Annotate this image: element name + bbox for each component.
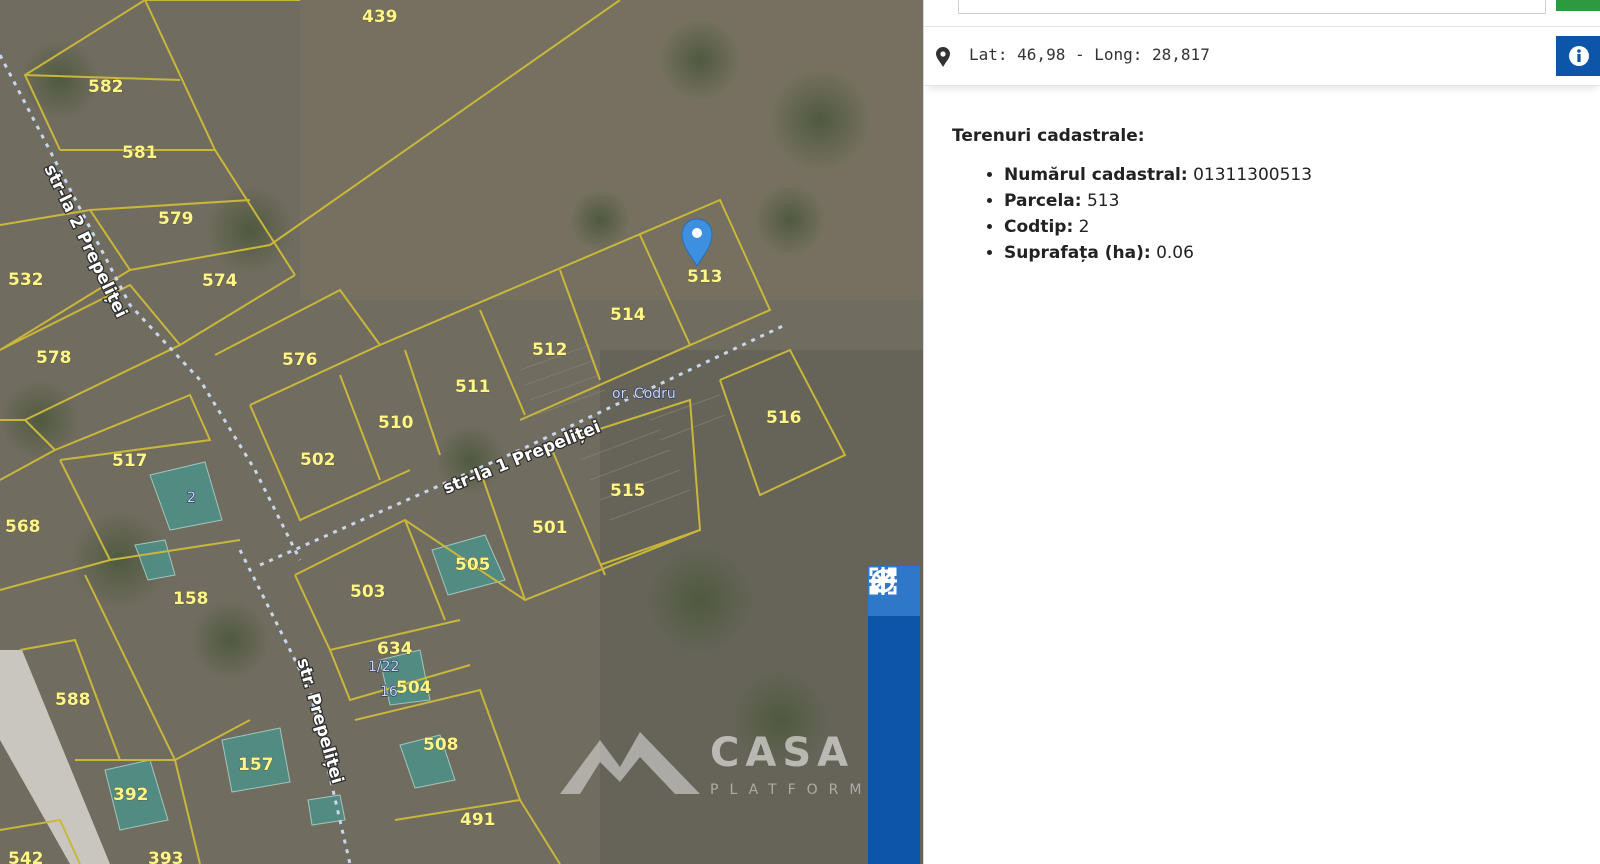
field-label: Suprafața (ha): — [1004, 243, 1151, 263]
zoom-out-button[interactable] — [868, 579, 920, 715]
parcel-label: 517 — [112, 451, 148, 471]
parcel-label: 574 — [202, 271, 238, 291]
coordinates-text: Lat: 46,98 - Long: 28,817 — [969, 45, 1210, 64]
more-icon — [871, 578, 895, 584]
parcel-label: 392 — [113, 785, 149, 805]
parcel-label: 582 — [88, 77, 124, 97]
map-pin-icon — [936, 47, 950, 67]
parcel-label: 511 — [455, 377, 491, 397]
building-label: 1/22 — [368, 659, 399, 675]
parcel-label: 505 — [455, 555, 491, 575]
search-go-button[interactable] — [1556, 0, 1600, 11]
field-codtip: Codtip: 2 — [1004, 214, 1312, 240]
field-value: 0.06 — [1156, 243, 1194, 263]
parcel-label: 503 — [350, 582, 386, 602]
field-label: Parcela: — [1004, 191, 1082, 211]
parcel-label: 502 — [300, 450, 336, 470]
field-parcel: Parcela: 513 — [1004, 188, 1312, 214]
map-controls — [868, 566, 920, 864]
field-label: Numărul cadastral: — [1004, 165, 1188, 185]
fullscreen-button[interactable] — [868, 569, 920, 815]
map-view[interactable]: 439 582 581 579 574 532 578 576 513 514 … — [0, 0, 923, 864]
parcel-label: 581 — [122, 143, 158, 163]
parcel-label: 515 — [610, 481, 646, 501]
parcel-label: 510 — [378, 413, 414, 433]
area-label: or. Codru — [612, 386, 676, 402]
parcel-label: 158 — [173, 589, 209, 609]
parcel-label: 508 — [423, 735, 459, 755]
search-input[interactable] — [958, 0, 1546, 14]
field-cadastral-number: Numărul cadastral: 01311300513 — [1004, 162, 1312, 188]
field-value: 513 — [1086, 191, 1120, 211]
parcel-label: 532 — [8, 270, 44, 290]
fit-extent-button[interactable] — [868, 567, 920, 765]
search-bar — [924, 0, 1600, 27]
map-canvas[interactable]: 439 582 581 579 574 532 578 576 513 514 … — [0, 0, 923, 864]
field-label: Codtip: — [1004, 217, 1074, 237]
cadastral-info: Terenuri cadastrale: Numărul cadastral: … — [952, 126, 1312, 266]
parcel-label: 634 — [377, 639, 413, 659]
cadastral-fields: Numărul cadastral: 01311300513 Parcela: … — [952, 162, 1312, 266]
parcel-label: 542 — [8, 849, 44, 864]
info-panel: Lat: 46,98 - Long: 28,817 Terenuri cadas… — [923, 0, 1600, 864]
info-icon — [1568, 46, 1589, 66]
parcel-label: 512 — [532, 340, 568, 360]
parcel-label: 439 — [362, 7, 398, 27]
parcel-label: 501 — [532, 518, 568, 538]
parcel-label: 514 — [610, 305, 646, 325]
parcel-label: 491 — [460, 810, 496, 830]
parcel-label-selected: 513 — [687, 267, 723, 287]
field-value: 2 — [1078, 217, 1090, 237]
parcel-label: 579 — [158, 209, 194, 229]
coordinates-row: Lat: 46,98 - Long: 28,817 — [924, 27, 1600, 86]
parcel-label: 578 — [36, 348, 72, 368]
more-button[interactable] — [868, 578, 920, 864]
parcel-label: 588 — [55, 690, 91, 710]
parcel-label: 393 — [148, 849, 184, 864]
parcel-label: 157 — [238, 755, 274, 775]
building-label: 2 — [187, 490, 196, 506]
section-title: Terenuri cadastrale: — [952, 126, 1145, 146]
parcel-label: 568 — [5, 517, 41, 537]
field-area: Suprafața (ha): 0.06 — [1004, 240, 1312, 266]
zoom-in-button[interactable] — [868, 569, 920, 666]
parcel-label: 504 — [396, 678, 432, 698]
field-value: 01311300513 — [1193, 165, 1313, 185]
parcel-label: 516 — [766, 408, 802, 428]
info-button[interactable] — [1556, 36, 1600, 76]
parcel-label: 576 — [282, 350, 318, 370]
